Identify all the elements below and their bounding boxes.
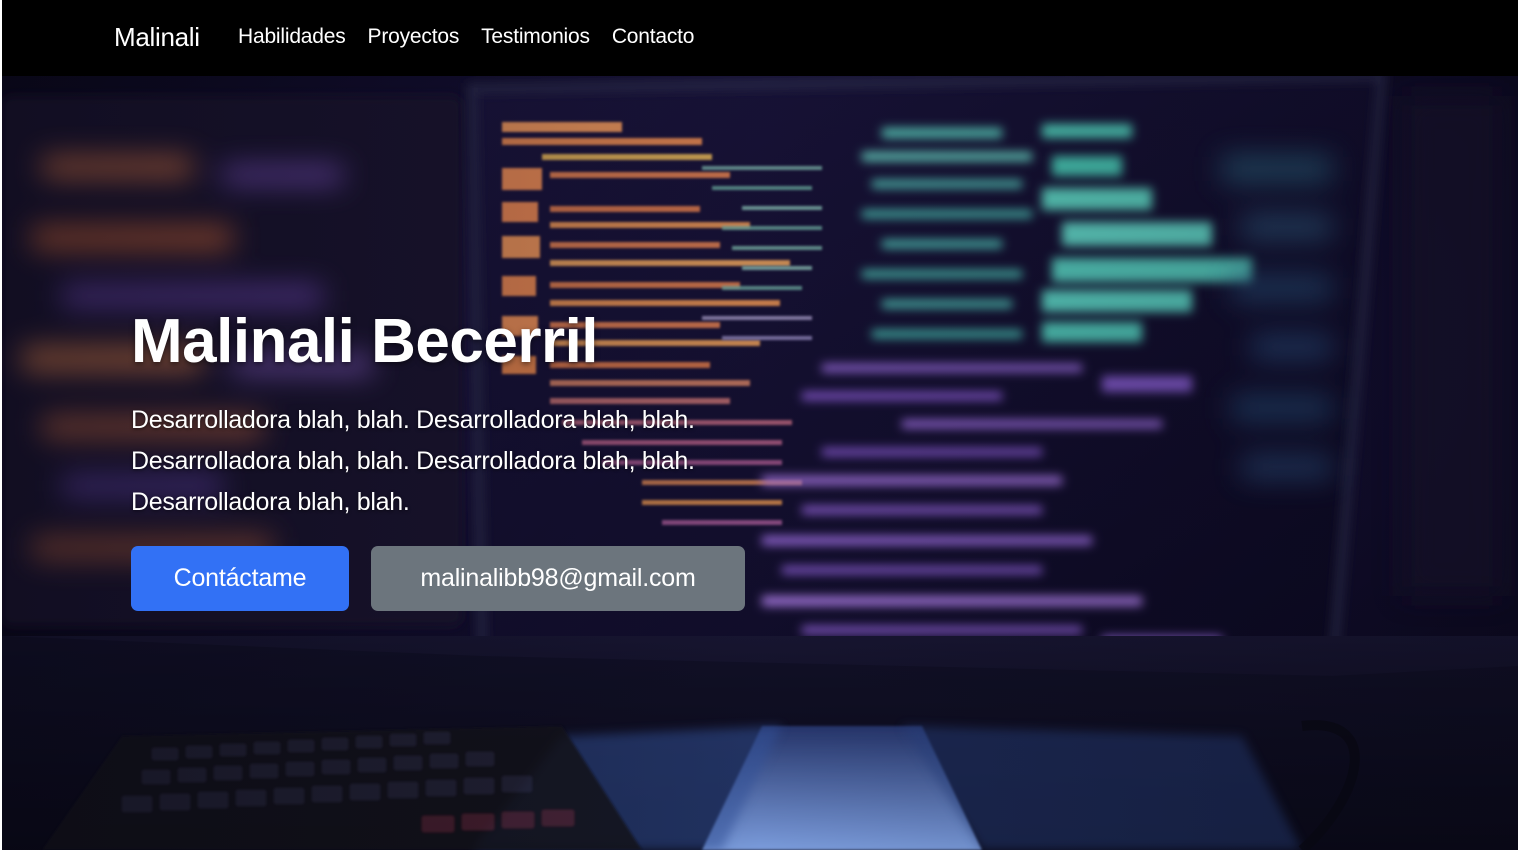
page-frame: Malinali Habilidades Proyectos Testimoni… — [2, 0, 1518, 850]
nav-link-habilidades[interactable]: Habilidades — [238, 22, 346, 52]
brand-logo[interactable]: Malinali — [114, 20, 200, 54]
nav-link-testimonios[interactable]: Testimonios — [481, 22, 590, 52]
hero-buttons: Contáctame malinalibb98@gmail.com — [131, 546, 745, 611]
hero-description: Desarrolladora blah, blah. Desarrollador… — [131, 406, 695, 516]
contact-me-button[interactable]: Contáctame — [131, 546, 349, 611]
top-navbar: Malinali Habilidades Proyectos Testimoni… — [2, 0, 1518, 76]
nav-link-proyectos[interactable]: Proyectos — [368, 22, 460, 52]
hero-title: Malinali Becerril — [131, 307, 599, 376]
email-button[interactable]: malinalibb98@gmail.com — [371, 546, 745, 611]
hero-content: Malinali Becerril Desarrolladora blah, b… — [131, 306, 711, 523]
nav-links: Habilidades Proyectos Testimonios Contac… — [238, 22, 694, 52]
nav-link-contacto[interactable]: Contacto — [612, 22, 695, 52]
